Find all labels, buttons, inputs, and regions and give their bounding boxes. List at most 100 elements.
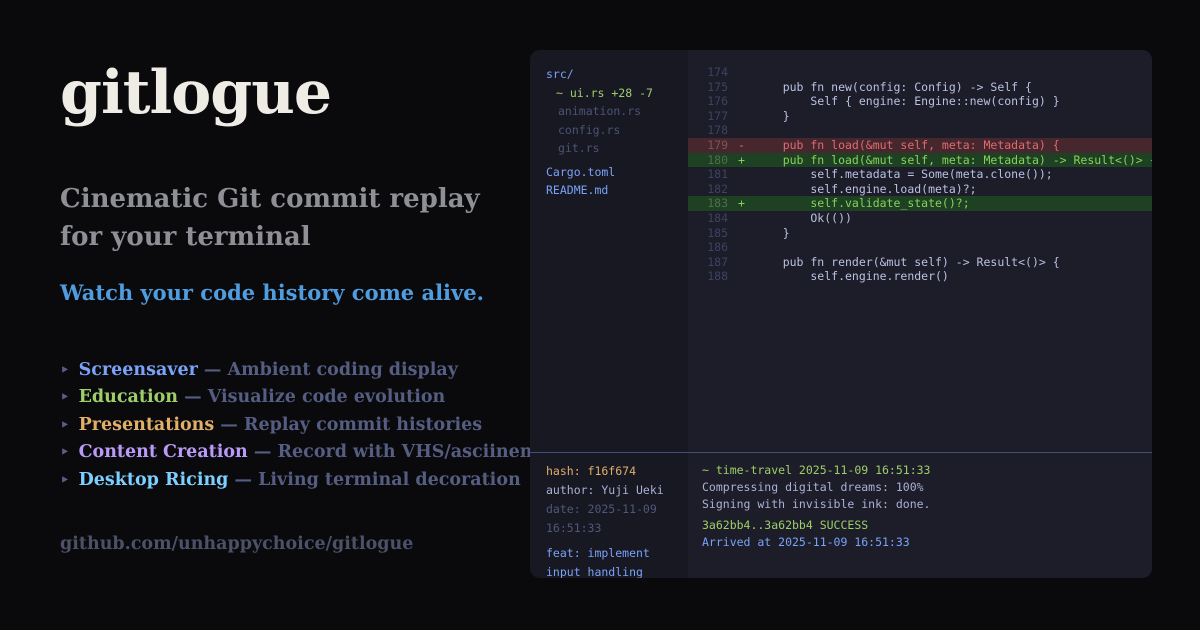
line-number: 185 [688, 226, 728, 241]
feature-desc: — Ambient coding display [198, 360, 458, 380]
app-title: gitlogue [60, 60, 520, 126]
commit-info-panel: hash: f16f674 author: Yuji Ueki date: 20… [530, 452, 688, 578]
diff-marker: + [728, 196, 755, 211]
commit-date-line-1: date: 2025-11-09 [546, 500, 684, 519]
code-text: pub fn load(&mut self, meta: Metadata) { [755, 138, 1060, 153]
code-line: 188 self.engine.render() [688, 269, 1152, 284]
bullet-icon: ‣ [60, 361, 70, 379]
code-line: 180+ pub fn load(&mut self, meta: Metada… [688, 153, 1152, 168]
line-number: 178 [688, 123, 728, 138]
line-number: 188 [688, 269, 728, 284]
github-url[interactable]: github.com/unhappychoice/gitlogue [60, 534, 520, 554]
commit-date-line-2: 16:51:33 [546, 519, 684, 538]
feature-list: ‣ Screensaver — Ambient coding display ‣Ed… [60, 357, 520, 494]
commit-message-line-2: input handling [546, 563, 684, 578]
code-text: Self { engine: Engine::new(config) } [755, 94, 1060, 109]
feature-desc: — Record with VHS/asciinema [248, 442, 550, 462]
feature-term: Content Creation [79, 442, 248, 462]
code-text: pub fn new(config: Config) -> Self { [755, 80, 1032, 95]
code-text: self.validate_state()?; [755, 196, 970, 211]
tagline-line-2: for your terminal [60, 222, 311, 252]
tree-active-file[interactable]: ~ ui.rs +28 -7 [546, 84, 684, 103]
replay-log-panel: ~ time-travel 2025-11-09 16:51:33 Compre… [688, 452, 1152, 578]
line-number: 177 [688, 109, 728, 124]
diff-marker [728, 226, 755, 241]
log-result: 3a62bb4..3a62bb4 SUCCESS [702, 517, 1149, 534]
commit-author: author: Yuji Ueki [546, 481, 684, 500]
diff-marker [728, 269, 755, 284]
feature-term: Screensaver [79, 360, 198, 380]
code-text: } [755, 226, 790, 241]
bullet-icon: ‣ [60, 471, 70, 489]
code-text: Ok(()) [755, 211, 852, 226]
code-line: 179- pub fn load(&mut self, meta: Metada… [688, 138, 1152, 153]
feature-desc: — Visualize code evolution [178, 387, 445, 407]
code-line: 175 pub fn new(config: Config) -> Self { [688, 80, 1152, 95]
line-number: 175 [688, 80, 728, 95]
code-text: self.metadata = Some(meta.clone()); [755, 167, 1053, 182]
diff-marker [728, 167, 755, 182]
file-tree: src/ ~ ui.rs +28 -7 animation.rsconfig.r… [530, 50, 688, 452]
diff-marker [728, 255, 755, 270]
tree-file-item[interactable]: animation.rs [546, 102, 684, 121]
log-signing: Signing with invisible ink: done. [702, 496, 1149, 513]
line-number: 186 [688, 240, 728, 255]
feature-desc: — Living terminal decoration [228, 470, 520, 490]
log-progress: Compressing digital dreams: 100% [702, 479, 1149, 496]
line-number: 181 [688, 167, 728, 182]
commit-message-line-1: feat: implement [546, 544, 684, 563]
code-line: 184 Ok(()) [688, 211, 1152, 226]
line-number: 187 [688, 255, 728, 270]
diff-marker: - [728, 138, 755, 153]
feature-item: ‣Presentations — Replay commit histories [60, 412, 520, 439]
code-text: pub fn load(&mut self, meta: Metadata) -… [755, 153, 1152, 168]
code-line: 174 [688, 65, 1152, 80]
code-line: 185 } [688, 226, 1152, 241]
code-line: 186 [688, 240, 1152, 255]
bullet-icon: ‣ [60, 443, 70, 461]
code-line: 181 self.metadata = Some(meta.clone()); [688, 167, 1152, 182]
feature-item: ‣ Screensaver — Ambient coding display [60, 357, 520, 384]
terminal-panel: src/ ~ ui.rs +28 -7 animation.rsconfig.r… [530, 50, 1152, 578]
diff-marker: + [728, 153, 755, 168]
feature-item: ‣Education — Visualize code evolution [60, 384, 520, 411]
diff-marker [728, 109, 755, 124]
diff-marker [728, 182, 755, 197]
feature-item: ‣Desktop Ricing — Living terminal decora… [60, 467, 520, 494]
bullet-icon: ‣ [60, 416, 70, 434]
diff-marker [728, 240, 755, 255]
code-line: 182 self.engine.load(meta)?; [688, 182, 1152, 197]
tagline: Cinematic Git commit replay for your ter… [60, 180, 520, 256]
tree-folder-src[interactable]: src/ [546, 65, 684, 84]
hero-section: gitlogue Cinematic Git commit replay for… [60, 0, 520, 554]
diff-marker [728, 123, 755, 138]
code-line: 176 Self { engine: Engine::new(config) } [688, 94, 1152, 109]
diff-marker [728, 94, 755, 109]
log-arrived: Arrived at 2025-11-09 16:51:33 [702, 534, 1149, 551]
line-number: 180 [688, 153, 728, 168]
feature-desc: — Replay commit histories [214, 415, 482, 435]
diff-marker [728, 80, 755, 95]
commit-hash: hash: f16f674 [546, 462, 684, 481]
line-number: 184 [688, 211, 728, 226]
bullet-icon: ‣ [60, 388, 70, 406]
log-time-travel: ~ time-travel 2025-11-09 16:51:33 [702, 462, 1149, 479]
code-line: 187 pub fn render(&mut self) -> Result<(… [688, 255, 1152, 270]
line-number: 176 [688, 94, 728, 109]
tree-root-group: Cargo.tomlREADME.md [546, 163, 684, 200]
tree-root-item[interactable]: Cargo.toml [546, 163, 684, 182]
feature-item: ‣Content Creation — Record with VHS/asci… [60, 439, 520, 466]
code-line: 178 [688, 123, 1152, 138]
tree-file-item[interactable]: config.rs [546, 121, 684, 140]
hook-text: Watch your code history come alive. [60, 280, 520, 305]
tree-file-group: animation.rsconfig.rsgit.rs [546, 102, 684, 158]
line-number: 179 [688, 138, 728, 153]
code-text: } [755, 109, 790, 124]
tree-root-item[interactable]: README.md [546, 181, 684, 200]
diff-marker [728, 65, 755, 80]
code-text: self.engine.load(meta)?; [755, 182, 977, 197]
tree-file-item[interactable]: git.rs [546, 139, 684, 158]
line-number: 182 [688, 182, 728, 197]
code-text: pub fn render(&mut self) -> Result<()> { [755, 255, 1060, 270]
line-number: 183 [688, 196, 728, 211]
